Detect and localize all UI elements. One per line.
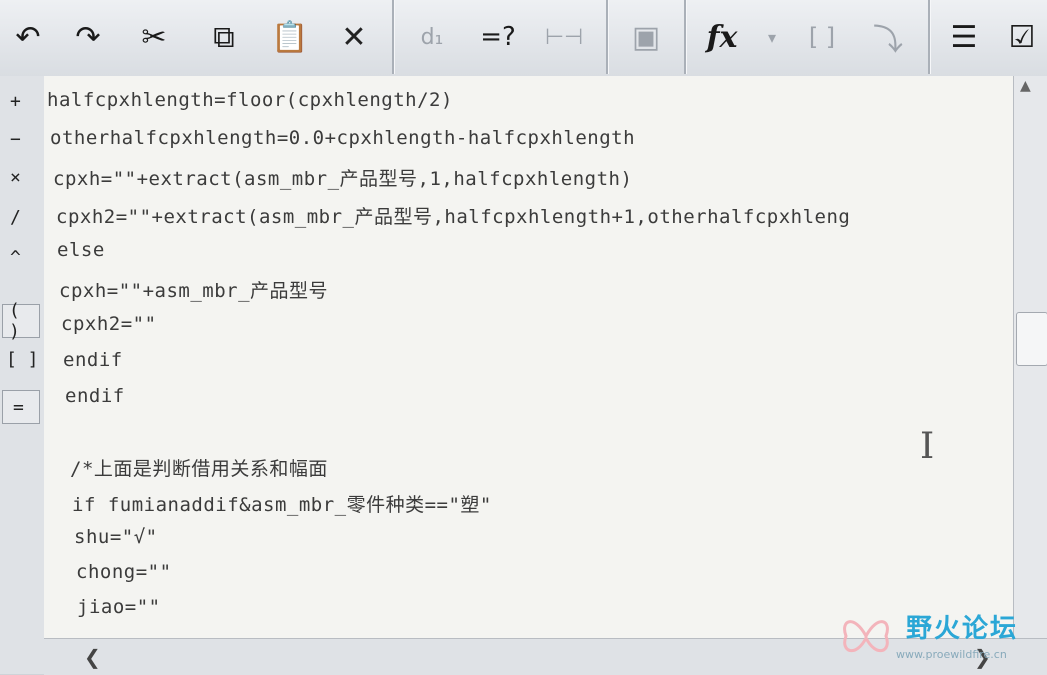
watermark-url: www.proewildfire.cn: [896, 648, 1007, 661]
code-line: cpxh=""+asm_mbr_产品型号: [59, 280, 329, 302]
checklist-icon: ☑: [1008, 19, 1036, 55]
copy-icon: ⧉: [213, 19, 235, 55]
redo-button[interactable]: ↷: [60, 8, 116, 66]
undo-icon: ↶: [15, 19, 41, 55]
operator-bar: + − × / ^ ( ) [ ] =: [0, 76, 45, 674]
clipboard-icon: 📋: [271, 19, 309, 55]
select-icon: ⤵: [873, 23, 903, 58]
operator-power-button[interactable]: ^: [0, 240, 44, 274]
toolbar-separator: [392, 0, 395, 74]
insert-function-button[interactable]: fx: [694, 8, 750, 66]
code-line: cpxh2=""+extract(asm_mbr_产品型号,halfcpxhle…: [56, 206, 851, 228]
operator-multiply-button[interactable]: ×: [0, 160, 44, 194]
list-icon: ☰: [950, 19, 978, 55]
evaluate-button[interactable]: =?: [470, 8, 526, 66]
operator-parentheses-button[interactable]: ( ): [2, 300, 40, 342]
text-cursor-icon: I: [920, 426, 935, 467]
vertical-scrollbar[interactable]: ▲: [1013, 76, 1047, 638]
redo-icon: ↷: [75, 19, 101, 55]
verify-button[interactable]: ☑: [994, 8, 1047, 66]
select-button[interactable]: ⤵: [860, 8, 916, 66]
forum-watermark: 野火论坛 www.proewildfire.cn: [836, 604, 1036, 668]
copy-button[interactable]: ⧉: [196, 8, 252, 66]
close-icon: ✕: [341, 19, 367, 55]
scissors-icon: ✂: [141, 19, 167, 55]
operator-plus-button[interactable]: +: [0, 84, 44, 118]
evaluate-icon: =?: [480, 22, 516, 52]
delete-button[interactable]: ✕: [326, 8, 382, 66]
cut-button[interactable]: ✂: [126, 8, 182, 66]
insert-parameter-button[interactable]: ▣: [618, 8, 674, 66]
toolbar-separator: [606, 0, 609, 74]
operator-minus-button[interactable]: −: [0, 122, 44, 156]
brackets-icon: [ ]: [808, 23, 836, 51]
code-line: endif: [65, 385, 125, 407]
function-dropdown[interactable]: ▾: [744, 8, 800, 66]
operator-equals-button[interactable]: =: [2, 390, 40, 424]
toolbar-separator: [928, 0, 931, 74]
undo-button[interactable]: ↶: [0, 8, 56, 66]
watermark-text: 野火论坛: [906, 614, 1019, 644]
paste-button[interactable]: 📋: [262, 8, 318, 66]
toolbar-separator: [684, 0, 687, 74]
measure-icon: ⊢⊣: [544, 24, 584, 50]
relations-editor[interactable]: halfcpxhlength=floor(cpxhlength/2) other…: [44, 76, 1013, 638]
scroll-up-icon[interactable]: ▲: [1020, 78, 1031, 94]
code-line: otherhalfcpxhlength=0.0+cpxhlength-halfc…: [50, 127, 636, 149]
code-line: halfcpxhlength=floor(cpxhlength/2): [47, 89, 453, 111]
measure-button[interactable]: ⊢⊣: [536, 8, 592, 66]
function-icon: fx: [706, 19, 738, 55]
parameter-icon: ▣: [631, 19, 661, 55]
scroll-left-icon[interactable]: ❮: [84, 645, 101, 669]
operator-divide-button[interactable]: /: [0, 200, 44, 234]
insert-brackets-button[interactable]: [ ]: [794, 8, 850, 66]
code-line: chong="": [76, 561, 172, 583]
code-line: cpxh2="": [61, 313, 157, 335]
insert-dimension-button[interactable]: d₁: [404, 8, 460, 66]
code-line: /*上面是判断借用关系和幅面: [70, 458, 328, 480]
code-line: cpxh=""+extract(asm_mbr_产品型号,1,halfcpxhl…: [53, 168, 633, 190]
code-line: else: [57, 239, 105, 261]
operator-brackets-button[interactable]: [ ]: [0, 342, 44, 376]
vertical-scroll-thumb[interactable]: [1016, 312, 1047, 366]
dimension-icon: d₁: [420, 24, 444, 50]
code-line: endif: [63, 349, 123, 371]
chevron-down-icon: ▾: [767, 27, 777, 47]
code-line: jiao="": [77, 596, 161, 618]
code-line: shu="√": [74, 526, 158, 548]
butterfly-logo-icon: [843, 620, 889, 652]
relations-toolbar: ↶ ↷ ✂ ⧉ 📋 ✕ d₁ =? ⊢⊣ ▣ fx ▾ [ ] ⤵ ☰ ☑: [0, 0, 1047, 77]
view-list-button[interactable]: ☰: [936, 8, 992, 66]
code-line: if fumianaddif&asm_mbr_零件种类=="塑": [72, 494, 492, 516]
